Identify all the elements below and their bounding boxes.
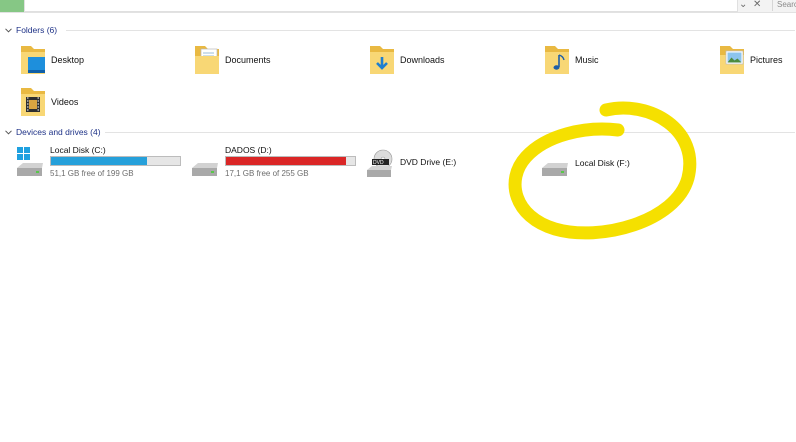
chevron-down-icon[interactable] [5,27,12,33]
drive-free-space: 17,1 GB free of 255 GB [225,169,309,178]
hard-drive-icon [540,146,570,178]
folder-label: Documents [225,55,271,65]
chevron-down-icon[interactable] [5,129,12,135]
search-input[interactable]: Searc [772,0,796,11]
drive-name: Local Disk (F:) [575,158,630,168]
drives-group-header[interactable]: Devices and drives (4) [5,126,795,138]
folder-label: Videos [51,97,79,107]
folder-label: Downloads [400,55,445,65]
drive-usage-bar [225,156,356,166]
drive-name: DVD Drive (E:) [400,157,457,167]
folder-music[interactable]: Music [543,43,599,77]
dvd-drive-icon: DVD [365,146,395,178]
drive-usage-bar [50,156,181,166]
svg-text:DVD: DVD [373,160,384,166]
divider [66,30,795,31]
downloads-folder-icon [368,43,396,77]
hard-drive-icon [190,146,220,178]
folder-label: Music [575,55,599,65]
documents-folder-icon [193,43,221,77]
desktop-folder-icon [19,43,47,77]
folder-downloads[interactable]: Downloads [368,43,445,77]
folder-desktop[interactable]: Desktop [19,43,84,77]
folder-label: Pictures [750,55,783,65]
folders-group-label: Folders (6) [16,25,58,35]
drive-d[interactable]: DADOS (D:) 17,1 GB free of 255 GB [190,144,360,180]
music-folder-icon [543,43,571,77]
folder-pictures[interactable]: Pictures [718,43,783,77]
pictures-folder-icon [718,43,746,77]
address-bar[interactable] [24,0,738,12]
folders-group-header[interactable]: Folders (6) [5,24,795,36]
drive-name: DADOS (D:) [225,145,272,155]
drive-usage-fill [51,157,147,165]
drives-group-label: Devices and drives (4) [16,127,101,137]
top-strip: ⌄ ✕ Searc [0,0,796,13]
folder-videos[interactable]: Videos [19,85,78,119]
chevron-down-icon[interactable]: ⌄ [739,0,747,10]
folder-label: Desktop [51,55,85,65]
accent-strip [0,0,24,12]
drive-e[interactable]: DVD DVD Drive (E:) [365,144,535,180]
drive-usage-fill [226,157,347,165]
close-icon[interactable]: ✕ [753,0,761,10]
drive-f[interactable]: Local Disk (F:) [540,144,670,180]
drive-c[interactable]: Local Disk (C:) 51,1 GB free of 199 GB [15,144,185,180]
folder-documents[interactable]: Documents [193,43,271,77]
windows-drive-icon [15,146,45,178]
drive-name: Local Disk (C:) [50,145,106,155]
divider [105,132,795,133]
drive-free-space: 51,1 GB free of 199 GB [50,169,134,178]
videos-folder-icon [19,85,47,119]
